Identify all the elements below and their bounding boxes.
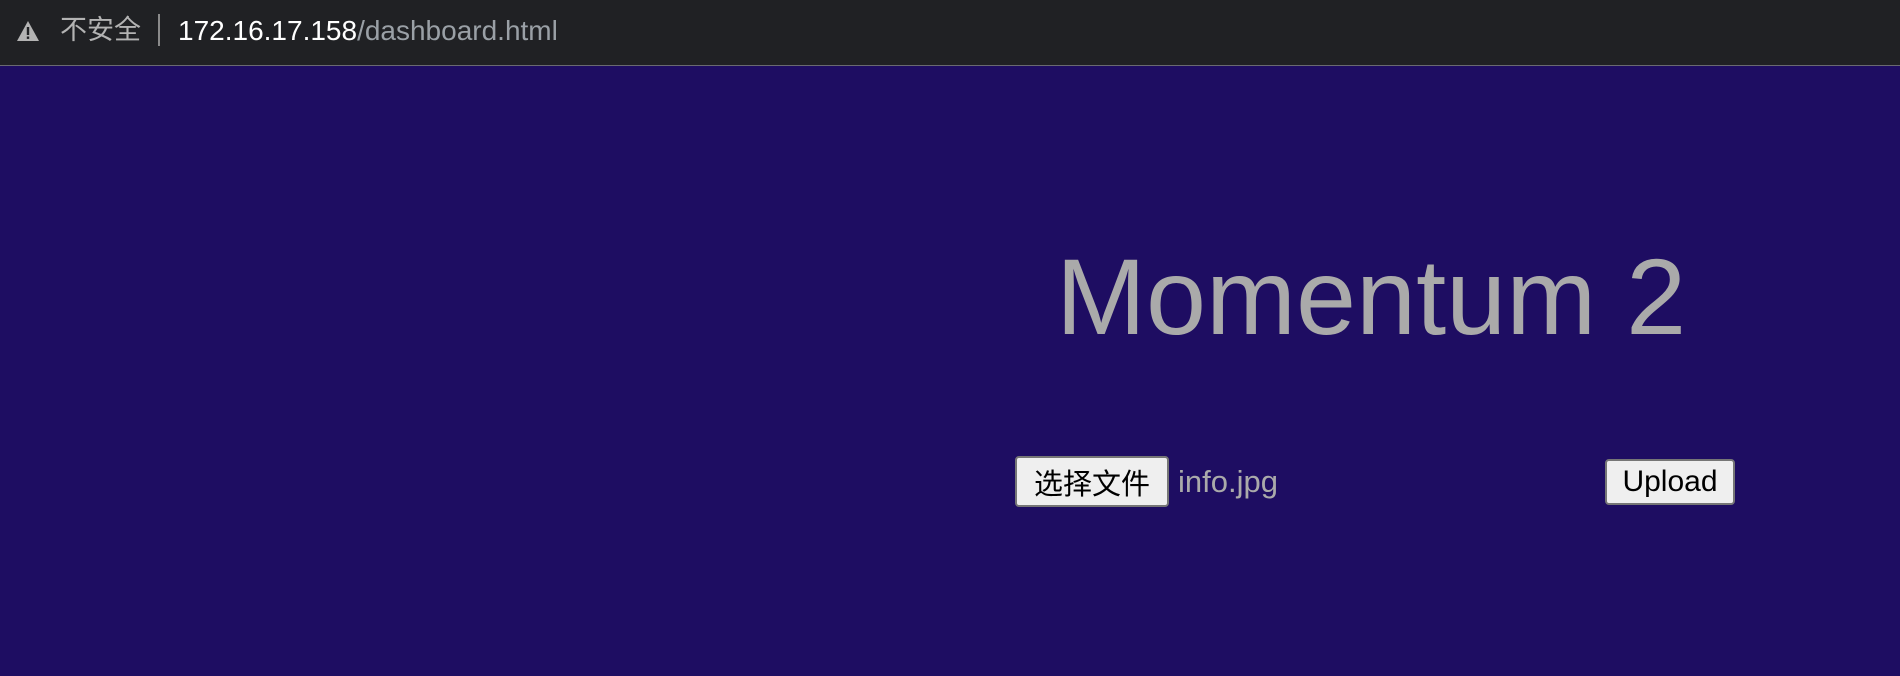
browser-address-bar: 不安全 172.16.17.158/dashboard.html xyxy=(0,0,1900,66)
url-path: /dashboard.html xyxy=(357,15,558,46)
choose-file-button[interactable]: 选择文件 xyxy=(1015,456,1169,507)
url-host: 172.16.17.158 xyxy=(178,15,358,46)
url-field[interactable]: 172.16.17.158/dashboard.html xyxy=(178,14,558,48)
page-title: Momentum 2 xyxy=(1056,236,1687,357)
upload-button[interactable]: Upload xyxy=(1605,459,1735,505)
omnibox-divider xyxy=(158,14,160,46)
dashboard-page: Momentum 2 选择文件 info.jpg Upload xyxy=(0,67,1900,676)
security-status-label[interactable]: 不安全 xyxy=(60,14,141,48)
warning-triangle-icon[interactable] xyxy=(16,20,40,42)
selected-file-name: info.jpg xyxy=(1178,464,1278,499)
